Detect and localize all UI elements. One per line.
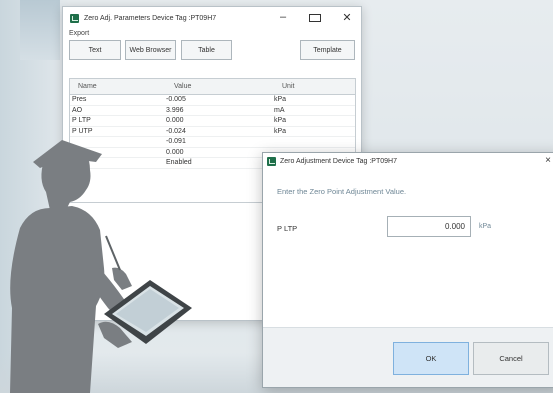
dialog-button-bar: OK Cancel: [263, 327, 553, 387]
app-icon: [267, 156, 276, 166]
background-column: [20, 0, 60, 60]
technician-silhouette: [10, 140, 192, 393]
maximize-icon[interactable]: [309, 11, 321, 25]
table-row[interactable]: AO 3.996 mA: [70, 106, 355, 116]
params-window-title: Zero Adj. Parameters Device Tag :PT09H7: [84, 14, 217, 22]
cell-unit: kPa: [274, 127, 287, 135]
dialog-titlebar[interactable]: Zero Adjustment Device Tag :PT09H7 ×: [263, 153, 553, 169]
cell-name: AO: [72, 106, 83, 114]
web-browser-button[interactable]: Web Browser: [125, 40, 176, 60]
cell-unit: kPa: [274, 117, 287, 125]
column-header-value[interactable]: Value: [166, 83, 274, 90]
close-icon[interactable]: ×: [545, 155, 551, 166]
table-header: Name Value Unit: [70, 79, 355, 95]
stylus-icon: [105, 235, 121, 271]
table-row[interactable]: Pres -0.005 kPa: [70, 95, 355, 106]
template-button[interactable]: Template: [300, 40, 355, 60]
cell-unit: kPa: [274, 96, 287, 104]
app-icon: [70, 13, 79, 23]
p-ltp-label: P LTP: [277, 224, 298, 233]
cell-value: -0.005: [166, 96, 186, 104]
window-controls: – ✕: [277, 11, 353, 25]
ok-button[interactable]: OK: [393, 342, 469, 375]
text-button[interactable]: Text: [69, 40, 121, 60]
export-toolbar: Text Web Browser Table Template: [63, 40, 361, 66]
menu-export[interactable]: Export: [63, 30, 361, 37]
table-button[interactable]: Table: [181, 40, 232, 60]
p-ltp-unit: kPa: [479, 223, 492, 230]
minimize-icon[interactable]: –: [277, 11, 289, 25]
cell-name: Pres: [72, 96, 87, 104]
cell-value: 3.996: [166, 106, 184, 114]
zero-adjustment-dialog: Zero Adjustment Device Tag :PT09H7 × Ent…: [262, 152, 553, 388]
dialog-title: Zero Adjustment Device Tag :PT09H7: [280, 157, 397, 165]
dialog-instruction: Enter the Zero Point Adjustment Value.: [277, 187, 407, 196]
column-header-unit[interactable]: Unit: [274, 83, 354, 90]
close-icon[interactable]: ✕: [341, 11, 353, 25]
params-window-titlebar[interactable]: Zero Adj. Parameters Device Tag :PT09H7 …: [63, 7, 361, 29]
column-header-name[interactable]: Name: [70, 83, 166, 90]
p-ltp-input[interactable]: [387, 216, 471, 237]
cancel-button[interactable]: Cancel: [473, 342, 549, 375]
cell-unit: mA: [274, 106, 285, 114]
